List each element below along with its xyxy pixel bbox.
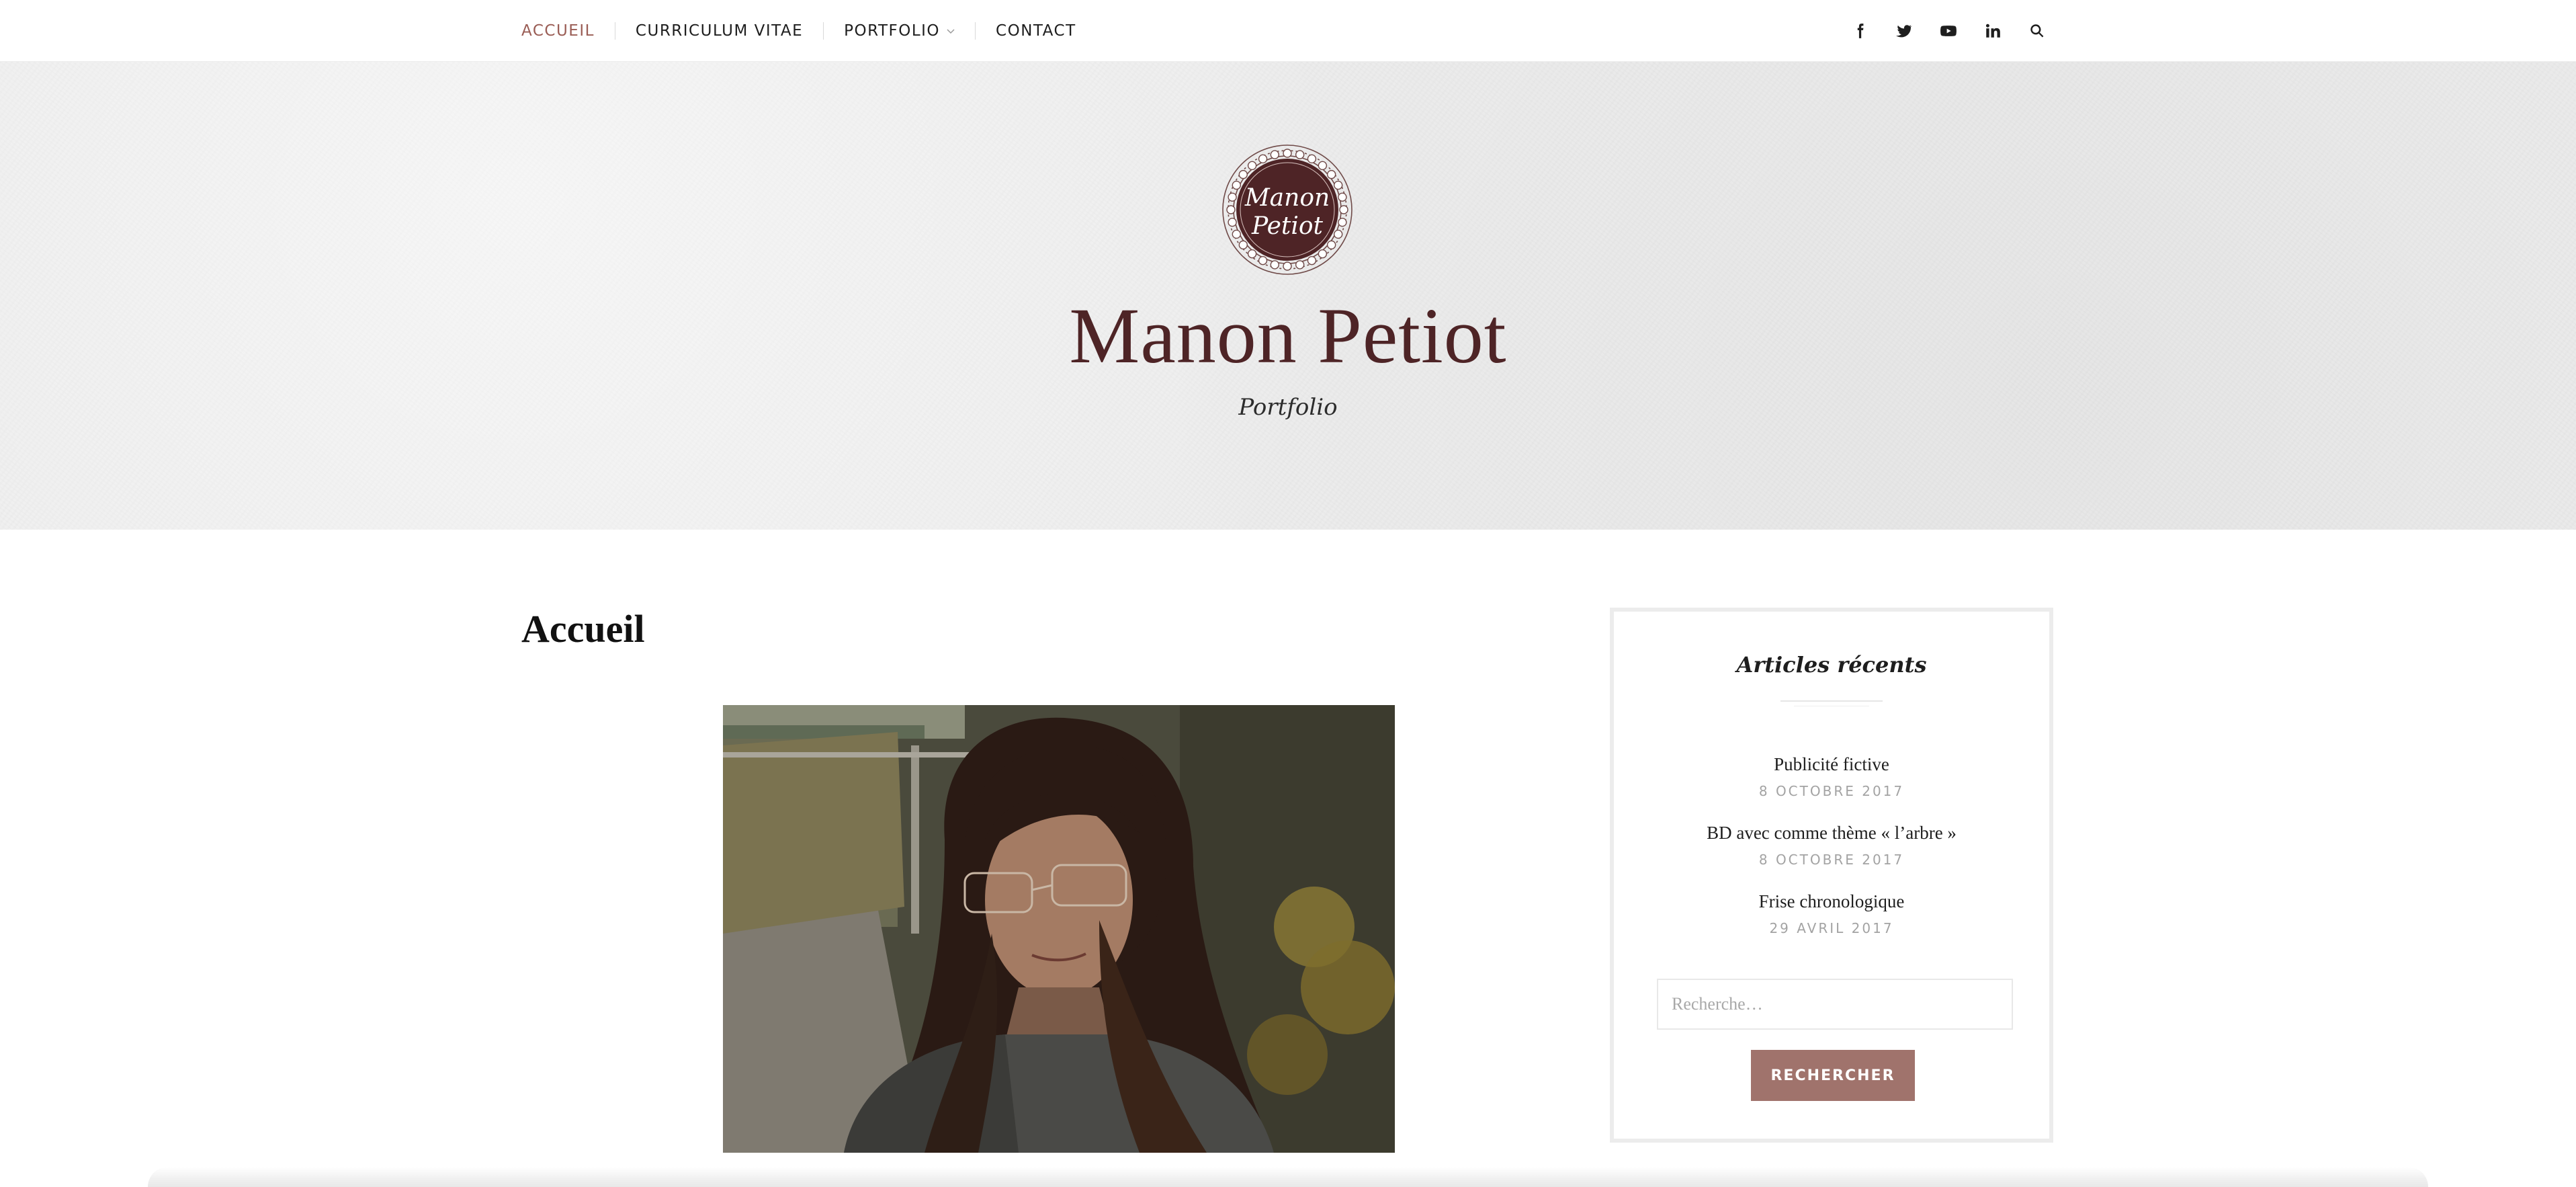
site-header: Manon Petiot Manon Petiot Portfolio [0,62,2576,530]
portrait-illustration [723,705,1395,1153]
main-menu: ACCUEIL CURRICULUM VITAE PORTFOLIO CONTA… [521,0,1076,62]
search-icon[interactable] [2028,22,2047,40]
nav-item-portfolio-label: PORTFOLIO [844,22,941,40]
nav-item-curriculum-vitae[interactable]: CURRICULUM VITAE [636,22,803,40]
nav-item-contact[interactable]: CONTACT [996,22,1076,40]
nav-separator [823,22,824,40]
top-navigation-bar: ACCUEIL CURRICULUM VITAE PORTFOLIO CONTA… [0,0,2576,62]
recent-post-date: 8 OCTOBRE 2017 [1758,852,1905,868]
search-button[interactable]: RECHERCHER [1751,1050,1915,1101]
widget-title: Articles récents [1736,652,1927,678]
site-tagline: Portfolio [1238,394,1338,421]
nav-separator [975,22,976,40]
footer-shadow [148,1167,2428,1187]
recent-post-title[interactable]: BD avec comme thème « l’arbre » [1614,823,2049,844]
nav-item-accueil[interactable]: ACCUEIL [521,22,595,40]
recent-posts-widget: Articles récents Publicité fictive 8 OCT… [1610,608,2053,1143]
youtube-icon[interactable] [1939,22,1958,40]
recent-post-date: 8 OCTOBRE 2017 [1758,783,1905,799]
nav-item-portfolio[interactable]: PORTFOLIO [844,22,955,40]
recent-post-title[interactable]: Frise chronologique [1614,891,2049,912]
recent-post-item: Frise chronologique 29 AVRIL 2017 [1614,891,2049,936]
recent-post-item: Publicité fictive 8 OCTOBRE 2017 [1614,754,2049,799]
twitter-icon[interactable] [1895,22,1914,40]
portrait-photo [723,705,1395,1153]
recent-post-title[interactable]: Publicité fictive [1614,754,2049,775]
facebook-icon[interactable] [1850,22,1869,40]
recent-post-date: 29 AVRIL 2017 [1769,920,1894,936]
widget-divider [1780,700,1883,702]
logo-text-line2: Petiot [1251,212,1324,240]
linkedin-icon[interactable] [1983,22,2002,40]
social-links [1850,0,2047,62]
search-input[interactable] [1657,979,2013,1030]
recent-post-item: BD avec comme thème « l’arbre » 8 OCTOBR… [1614,823,2049,868]
site-title[interactable]: Manon Petiot [0,290,2576,382]
site-logo[interactable]: Manon Petiot [1219,141,1356,278]
chevron-down-icon [947,29,955,34]
logo-text-line1: Manon [1244,184,1330,212]
page-title: Accueil [521,607,645,651]
